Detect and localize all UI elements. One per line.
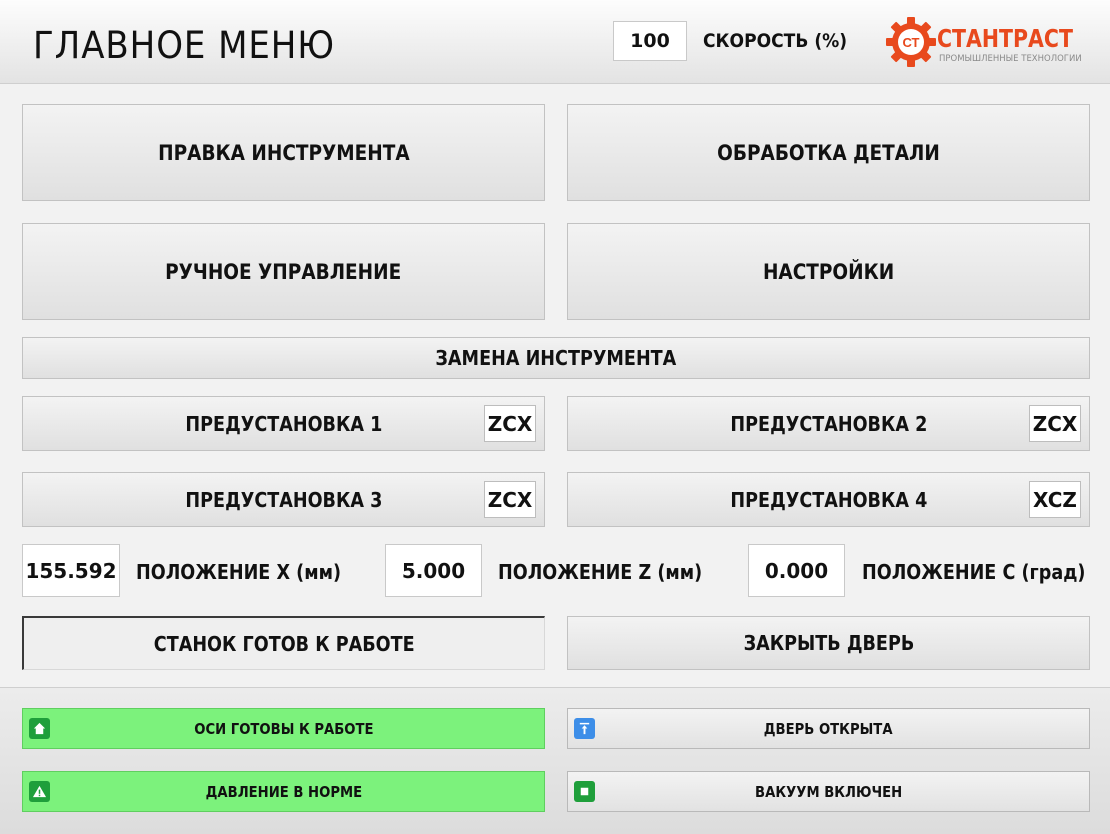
vacuum-on-indicator: ВАКУУМ ВКЛЮЧЕН: [567, 771, 1090, 812]
position-z-value: 5.000: [385, 544, 482, 597]
preset-3-axis-order: ZCX: [484, 481, 536, 518]
position-x-label: ПОЛОЖЕНИЕ X (мм): [136, 560, 342, 584]
svg-text:СТ: СТ: [902, 35, 919, 50]
manual-control-button[interactable]: РУЧНОЕ УПРАВЛЕНИЕ: [22, 223, 545, 320]
header-bar: ГЛАВНОЕ МЕНЮ 100 СКОРОСТЬ (%) СТ СТАНТРА…: [0, 0, 1110, 84]
gear-logo-icon: СТ: [886, 17, 936, 67]
tool-change-button[interactable]: ЗАМЕНА ИНСТРУМЕНТА: [22, 337, 1090, 379]
preset-1-axis-order: ZCX: [484, 405, 536, 442]
position-z-label: ПОЛОЖЕНИЕ Z (мм): [498, 560, 703, 584]
preset-2-axis-order: ZCX: [1029, 405, 1081, 442]
preset-4-button[interactable]: ПРЕДУСТАНОВКА 4 XCZ: [567, 472, 1090, 527]
door-open-icon: [574, 718, 595, 739]
preset-2-button[interactable]: ПРЕДУСТАНОВКА 2 ZCX: [567, 396, 1090, 451]
position-x-value: 155.592: [22, 544, 120, 597]
preset-4-axis-order: XCZ: [1029, 481, 1081, 518]
pressure-ok-indicator: ДАВЛЕНИЕ В НОРМЕ: [22, 771, 545, 812]
position-c-label: ПОЛОЖЕНИЕ C (град): [862, 560, 1086, 584]
settings-button[interactable]: НАСТРОЙКИ: [567, 223, 1090, 320]
door-open-indicator: ДВЕРЬ ОТКРЫТА: [567, 708, 1090, 749]
warning-icon: [29, 781, 50, 802]
machine-ready-button[interactable]: СТАНОК ГОТОВ К РАБОТЕ: [22, 616, 545, 670]
part-processing-button[interactable]: ОБРАБОТКА ДЕТАЛИ: [567, 104, 1090, 201]
speed-value-field[interactable]: 100: [613, 21, 687, 61]
position-c-value: 0.000: [748, 544, 845, 597]
company-logo: СТ СТАНТРАСТ ПРОМЫШЛЕННЫЕ ТЕХНОЛОГИИ: [885, 16, 1100, 68]
page-title: ГЛАВНОЕ МЕНЮ: [33, 24, 335, 67]
axes-ready-indicator: ОСИ ГОТОВЫ К РАБОТЕ: [22, 708, 545, 749]
close-door-button[interactable]: ЗАКРЫТЬ ДВЕРЬ: [567, 616, 1090, 670]
preset-3-button[interactable]: ПРЕДУСТАНОВКА 3 ZCX: [22, 472, 545, 527]
logo-subtitle: ПРОМЫШЛЕННЫЕ ТЕХНОЛОГИИ: [939, 54, 1082, 64]
preset-1-button[interactable]: ПРЕДУСТАНОВКА 1 ZCX: [22, 396, 545, 451]
square-icon: [574, 781, 595, 802]
logo-name: СТАНТРАСТ: [937, 24, 1073, 53]
speed-label: СКОРОСТЬ (%): [703, 30, 848, 52]
tool-dressing-button[interactable]: ПРАВКА ИНСТРУМЕНТА: [22, 104, 545, 201]
home-icon: [29, 718, 50, 739]
